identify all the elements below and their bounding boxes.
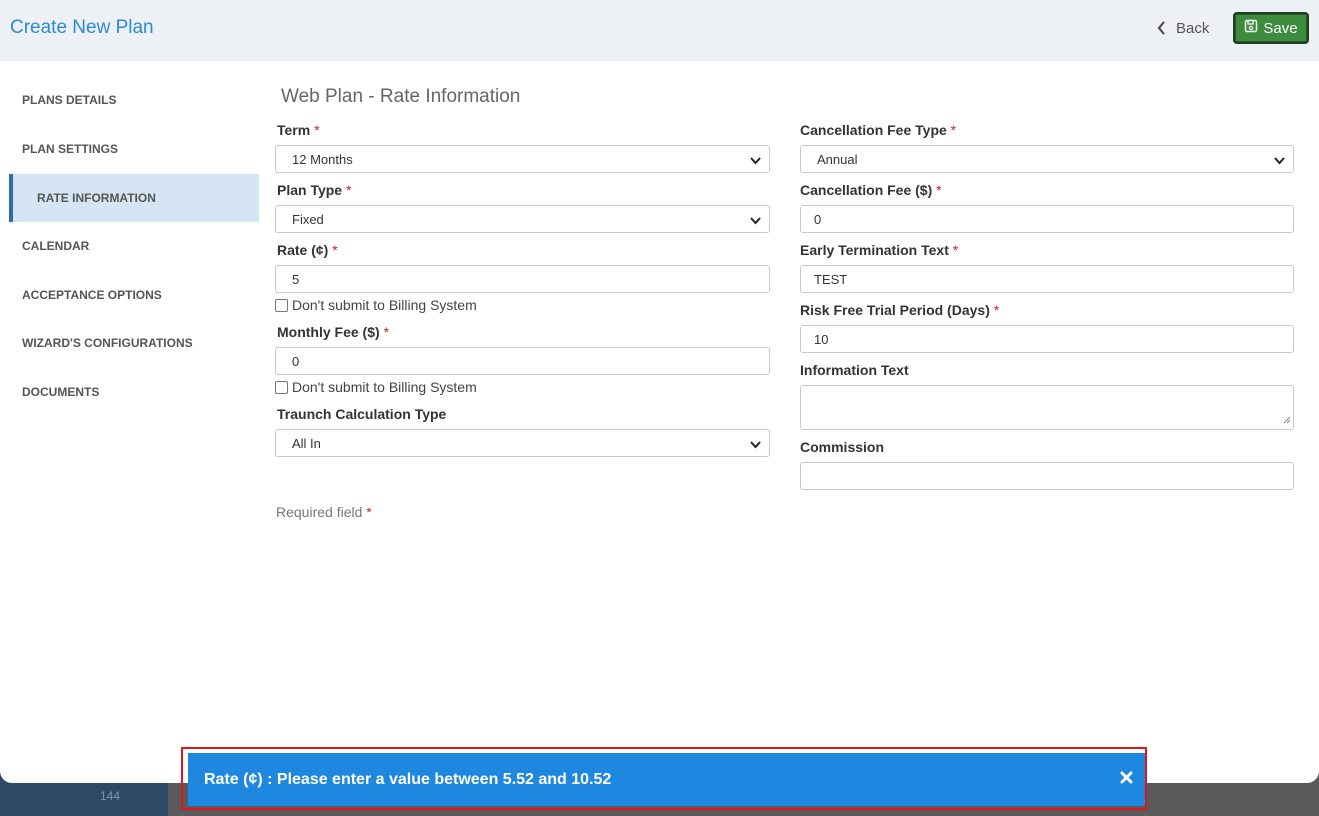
back-button[interactable]: Back bbox=[1157, 17, 1209, 39]
page-title: Create New Plan bbox=[10, 17, 154, 38]
cancellation-fee-value: 0 bbox=[814, 211, 822, 227]
plan-type-label: Plan Type * bbox=[277, 182, 351, 198]
sidebar-item-rate-information[interactable]: RATE INFORMATION bbox=[9, 174, 259, 222]
required-marker: * bbox=[366, 504, 372, 520]
cancellation-fee-label: Cancellation Fee ($) * bbox=[800, 182, 942, 198]
toast-message: Rate (¢) : Please enter a value between … bbox=[204, 770, 612, 788]
required-marker: * bbox=[993, 302, 1000, 318]
term-label: Term * bbox=[277, 122, 320, 138]
traunch-value: All In bbox=[292, 435, 321, 451]
required-marker: * bbox=[952, 242, 959, 258]
information-text-textarea[interactable] bbox=[800, 385, 1294, 430]
chevron-down-icon bbox=[1274, 154, 1285, 169]
risk-free-label: Risk Free Trial Period (Days) * bbox=[800, 302, 999, 318]
rate-billing-checkbox-label: Don't submit to Billing System bbox=[292, 297, 477, 313]
chevron-down-icon bbox=[750, 438, 761, 453]
traunch-select[interactable]: All In bbox=[275, 429, 770, 457]
sidebar-item-plan-settings[interactable]: PLAN SETTINGS bbox=[0, 125, 259, 173]
rate-billing-checkbox-row: Don't submit to Billing System bbox=[275, 297, 477, 313]
monthly-fee-billing-checkbox[interactable] bbox=[275, 380, 288, 394]
early-termination-label: Early Termination Text * bbox=[800, 242, 958, 258]
term-select[interactable]: 12 Months bbox=[275, 145, 770, 173]
cancellation-fee-type-value: Annual bbox=[817, 151, 858, 167]
sidebar-item-calendar[interactable]: CALENDAR bbox=[0, 222, 259, 270]
risk-free-value: 10 bbox=[814, 331, 829, 347]
required-marker: * bbox=[332, 242, 338, 258]
monthly-fee-label: Monthly Fee ($) * bbox=[277, 324, 389, 340]
chevron-down-icon bbox=[750, 214, 761, 229]
cancellation-fee-input[interactable]: 0 bbox=[800, 205, 1294, 233]
risk-free-input[interactable]: 10 bbox=[800, 325, 1294, 353]
sidebar-item-documents[interactable]: DOCUMENTS bbox=[0, 368, 259, 416]
monthly-fee-billing-checkbox-label: Don't submit to Billing System bbox=[292, 379, 477, 395]
save-button[interactable]: Save bbox=[1233, 12, 1309, 44]
background-number: 144 bbox=[100, 789, 121, 803]
save-label: Save bbox=[1263, 19, 1298, 37]
plan-type-select[interactable]: Fixed bbox=[275, 205, 770, 233]
chevron-left-icon bbox=[1157, 21, 1166, 35]
rate-billing-checkbox[interactable] bbox=[275, 298, 288, 312]
cancellation-fee-type-label-text: Cancellation Fee Type bbox=[800, 122, 947, 138]
required-marker: * bbox=[383, 324, 390, 340]
sidebar-item-wizards-configurations[interactable]: WIZARD'S CONFIGURATIONS bbox=[0, 319, 259, 367]
early-termination-value: TEST bbox=[814, 271, 848, 287]
early-termination-input[interactable]: TEST bbox=[800, 265, 1294, 293]
plan-type-label-text: Plan Type bbox=[277, 182, 343, 198]
modal-header: Create New Plan Back Save bbox=[0, 0, 1319, 61]
create-plan-modal: Create New Plan Back Save PLANS DETAILS … bbox=[0, 0, 1319, 783]
close-icon[interactable] bbox=[1120, 771, 1133, 789]
required-marker: * bbox=[950, 122, 957, 138]
required-marker: * bbox=[314, 122, 320, 138]
validation-toast: Rate (¢) : Please enter a value between … bbox=[188, 753, 1145, 806]
traunch-label: Traunch Calculation Type bbox=[277, 406, 447, 422]
monthly-fee-billing-checkbox-row: Don't submit to Billing System bbox=[275, 379, 477, 395]
floppy-disk-icon bbox=[1244, 19, 1258, 37]
required-marker: * bbox=[345, 182, 352, 198]
resize-handle-icon[interactable] bbox=[1283, 412, 1291, 427]
monthly-fee-value: 0 bbox=[292, 353, 300, 369]
rate-label-text: Rate (¢) bbox=[277, 242, 329, 258]
rate-label: Rate (¢) * bbox=[277, 242, 338, 258]
cancellation-fee-type-label: Cancellation Fee Type * bbox=[800, 122, 956, 138]
information-text-label: Information Text bbox=[800, 362, 909, 378]
early-termination-label-text: Early Termination Text bbox=[800, 242, 949, 258]
plan-type-value: Fixed bbox=[292, 211, 324, 227]
sidebar-item-acceptance-options[interactable]: ACCEPTANCE OPTIONS bbox=[0, 271, 259, 319]
section-title: Web Plan - Rate Information bbox=[281, 86, 521, 107]
required-field-note: Required field * bbox=[276, 504, 372, 520]
commission-input[interactable] bbox=[800, 462, 1294, 490]
required-note-text: Required field bbox=[276, 504, 363, 520]
back-label: Back bbox=[1176, 19, 1210, 37]
cancellation-fee-label-text: Cancellation Fee ($) bbox=[800, 182, 933, 198]
rate-input[interactable]: 5 bbox=[275, 265, 770, 293]
chevron-down-icon bbox=[750, 154, 761, 169]
required-marker: * bbox=[936, 182, 942, 198]
monthly-fee-label-text: Monthly Fee ($) bbox=[277, 324, 380, 340]
risk-free-label-text: Risk Free Trial Period (Days) bbox=[800, 302, 990, 318]
commission-label: Commission bbox=[800, 439, 885, 455]
cancellation-fee-type-select[interactable]: Annual bbox=[800, 145, 1294, 173]
term-label-text: Term bbox=[277, 122, 311, 138]
monthly-fee-input[interactable]: 0 bbox=[275, 347, 770, 375]
sidebar-item-plans-details[interactable]: PLANS DETAILS bbox=[0, 76, 259, 124]
rate-value: 5 bbox=[292, 271, 300, 287]
term-value: 12 Months bbox=[292, 151, 353, 167]
